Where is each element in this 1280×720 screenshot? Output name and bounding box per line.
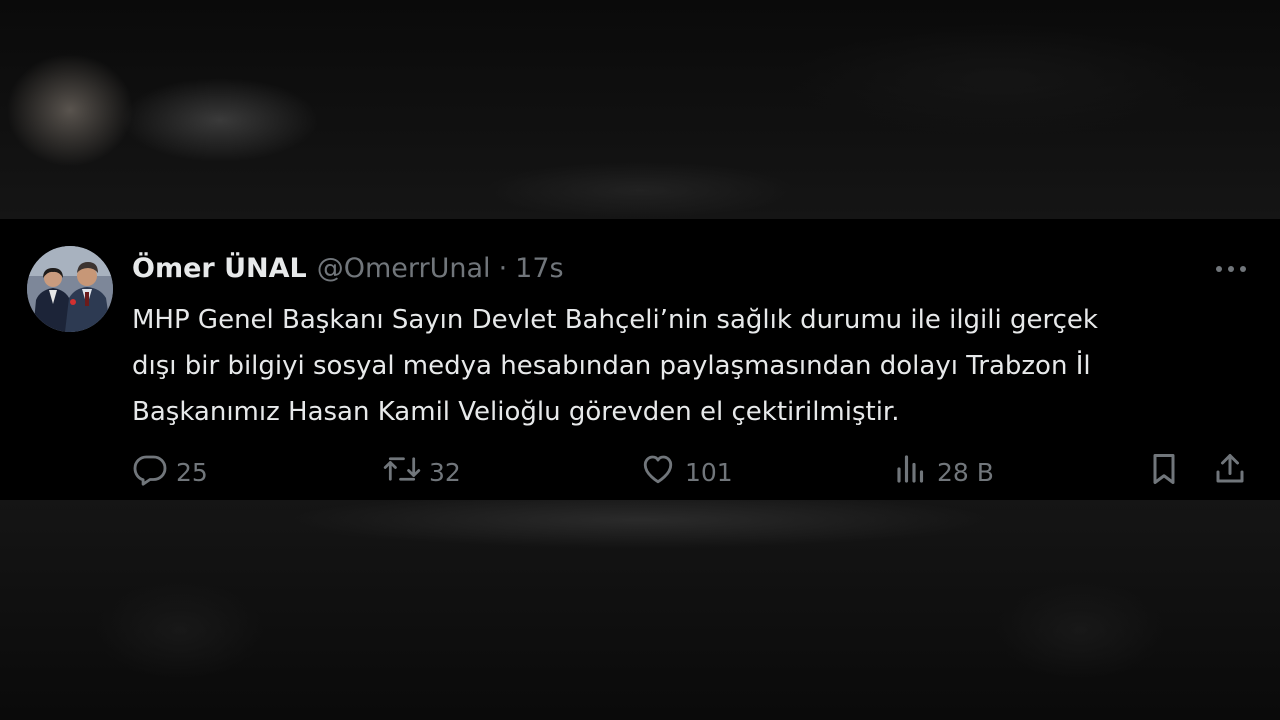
- repost-count: 32: [429, 457, 461, 487]
- reply-icon: [132, 451, 168, 493]
- repost-icon: [383, 451, 421, 493]
- header-separator: ·: [498, 252, 508, 284]
- tweet-text-line: Başkanımız Hasan Kamil Velioğlu görevden…: [132, 397, 900, 427]
- tweet-text-line: MHP Genel Başkanı Sayın Devlet Bahçeli’n…: [132, 305, 1098, 335]
- bookmark-icon: [1146, 451, 1182, 493]
- share-button[interactable]: [1212, 451, 1248, 493]
- tweet-header: Ömer ÜNAL @OmerrUnal · 17s: [132, 249, 564, 287]
- views-icon: [893, 451, 929, 493]
- blurred-background-top: [0, 0, 1280, 219]
- like-button[interactable]: 101: [639, 451, 733, 493]
- share-icon: [1212, 451, 1248, 493]
- blurred-background-bottom: [0, 500, 1280, 720]
- screenshot-frame: Ömer ÜNAL @OmerrUnal · 17s MHP Genel Baş…: [0, 0, 1280, 720]
- bookmark-button[interactable]: [1146, 451, 1182, 493]
- reply-count: 25: [176, 457, 208, 487]
- reply-button[interactable]: 25: [132, 451, 208, 493]
- tweet-card[interactable]: Ömer ÜNAL @OmerrUnal · 17s MHP Genel Baş…: [0, 219, 1280, 501]
- tweet-text-line: dışı bir bilgiyi sosyal medya hesabından…: [132, 351, 1091, 381]
- views-button[interactable]: 28 B: [893, 451, 994, 493]
- author-handle[interactable]: @OmerrUnal: [317, 253, 491, 284]
- views-count: 28 B: [937, 457, 994, 487]
- tweet-actions: 25 32 101 28 B: [0, 451, 1280, 493]
- repost-button[interactable]: 32: [383, 451, 461, 493]
- more-icon[interactable]: [1211, 259, 1251, 279]
- tweet-time[interactable]: 17s: [515, 253, 563, 284]
- avatar[interactable]: [27, 246, 113, 332]
- tweet-text: MHP Genel Başkanı Sayın Devlet Bahçeli’n…: [132, 297, 1242, 435]
- heart-icon: [639, 451, 677, 493]
- author-name[interactable]: Ömer ÜNAL: [132, 253, 307, 284]
- like-count: 101: [685, 457, 733, 487]
